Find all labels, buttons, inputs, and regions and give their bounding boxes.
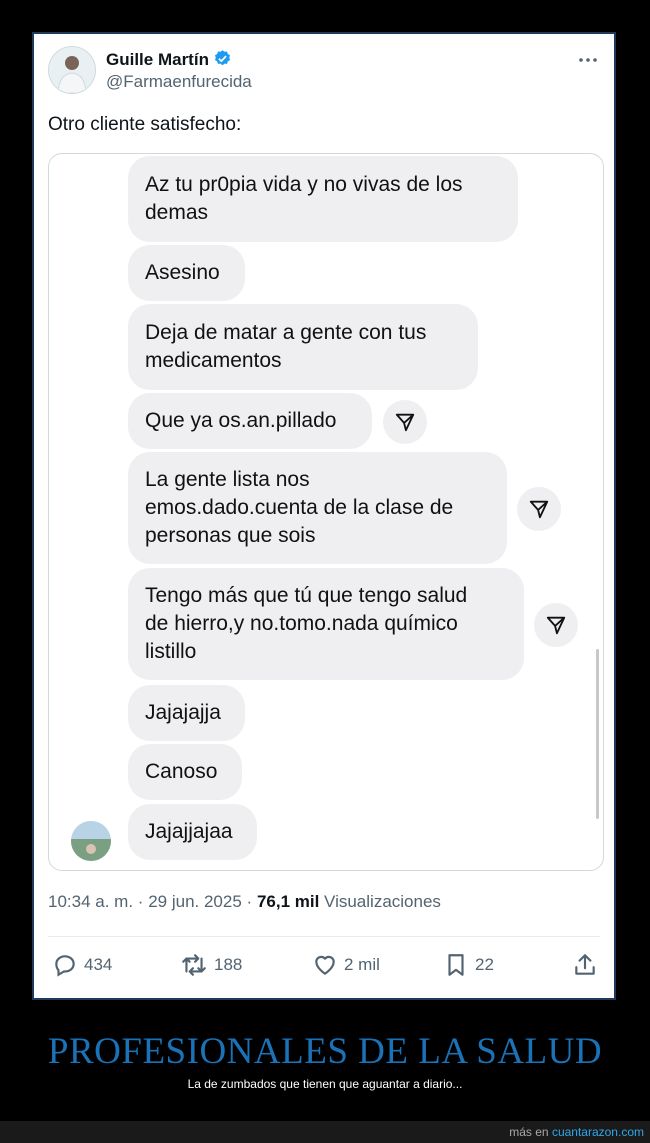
author-name[interactable]: Guille Martín: [106, 49, 232, 73]
meta-separator: ·: [246, 892, 253, 911]
retweet-button[interactable]: 188: [180, 952, 242, 978]
sender-avatar: [71, 821, 111, 861]
author-avatar[interactable]: [48, 46, 96, 94]
heart-icon: [315, 955, 335, 975]
views-count: 76,1 mil: [256, 892, 320, 911]
bookmark-count: 22: [475, 955, 494, 974]
views-label: Visualizaciones: [324, 892, 441, 911]
chat-message: Jajajajja: [128, 685, 245, 741]
send-icon[interactable]: [517, 487, 561, 531]
tweet-text: Otro cliente satisfecho:: [48, 114, 242, 135]
chat-message: Que ya os.an.pillado: [128, 393, 372, 449]
retweet-icon: [182, 954, 206, 976]
tweet-time[interactable]: 10:34 a. m.: [48, 892, 133, 911]
chat-message: Jajajjajaa: [128, 804, 257, 860]
footer: más en cuantarazon.com: [0, 1121, 650, 1143]
meta-separator: ·: [137, 892, 144, 911]
scrollbar[interactable]: [596, 649, 599, 819]
reply-count: 434: [84, 955, 113, 974]
share-icon: [575, 954, 595, 975]
verified-badge-icon: [213, 49, 232, 73]
footer-text: más en cuantarazon.com: [509, 1125, 644, 1139]
chat-message: Tengo más que tú que tengo salud de hier…: [128, 568, 524, 680]
share-button[interactable]: [572, 952, 604, 978]
chat-message: La gente lista nos emos.dado.cuenta de l…: [128, 452, 507, 564]
action-bar: 434 188 2 mil 22: [48, 944, 600, 990]
like-button[interactable]: 2 mil: [312, 952, 380, 978]
footer-link[interactable]: cuantarazon.com: [552, 1125, 644, 1139]
footer-prefix: más en: [509, 1125, 549, 1139]
page-subline: La de zumbados que tienen que aguantar a…: [187, 1077, 463, 1091]
send-icon[interactable]: [534, 603, 578, 647]
like-count: 2 mil: [344, 955, 380, 974]
person-icon: [49, 47, 95, 93]
author-handle[interactable]: @Farmaenfurecida: [106, 72, 252, 92]
tweet-card: Guille Martín @Farmaenfurecida Otro clie…: [32, 32, 616, 1000]
tweet-date[interactable]: 29 jun. 2025: [148, 892, 242, 911]
chat-screenshot[interactable]: Az tu pr0pia vida y no vivas de los dema…: [48, 153, 604, 871]
chat-message: Az tu pr0pia vida y no vivas de los dema…: [128, 156, 518, 242]
bookmark-button[interactable]: 22: [443, 952, 494, 978]
reply-icon: [55, 955, 75, 977]
tweet-meta: 10:34 a. m. · 29 jun. 2025 · 76,1 mil Vi…: [48, 892, 441, 912]
retweet-count: 188: [214, 955, 243, 974]
reply-button[interactable]: 434: [52, 952, 112, 978]
page-headline: PROFESIONALES DE LA SALUD: [47, 1031, 603, 1072]
divider: [48, 936, 600, 937]
send-icon[interactable]: [383, 400, 427, 444]
chat-message: Deja de matar a gente con tus medicament…: [128, 304, 478, 390]
chat-message: Asesino: [128, 245, 245, 301]
bookmark-icon: [448, 954, 464, 976]
more-options-icon[interactable]: [576, 48, 600, 72]
chat-message: Canoso: [128, 744, 242, 800]
